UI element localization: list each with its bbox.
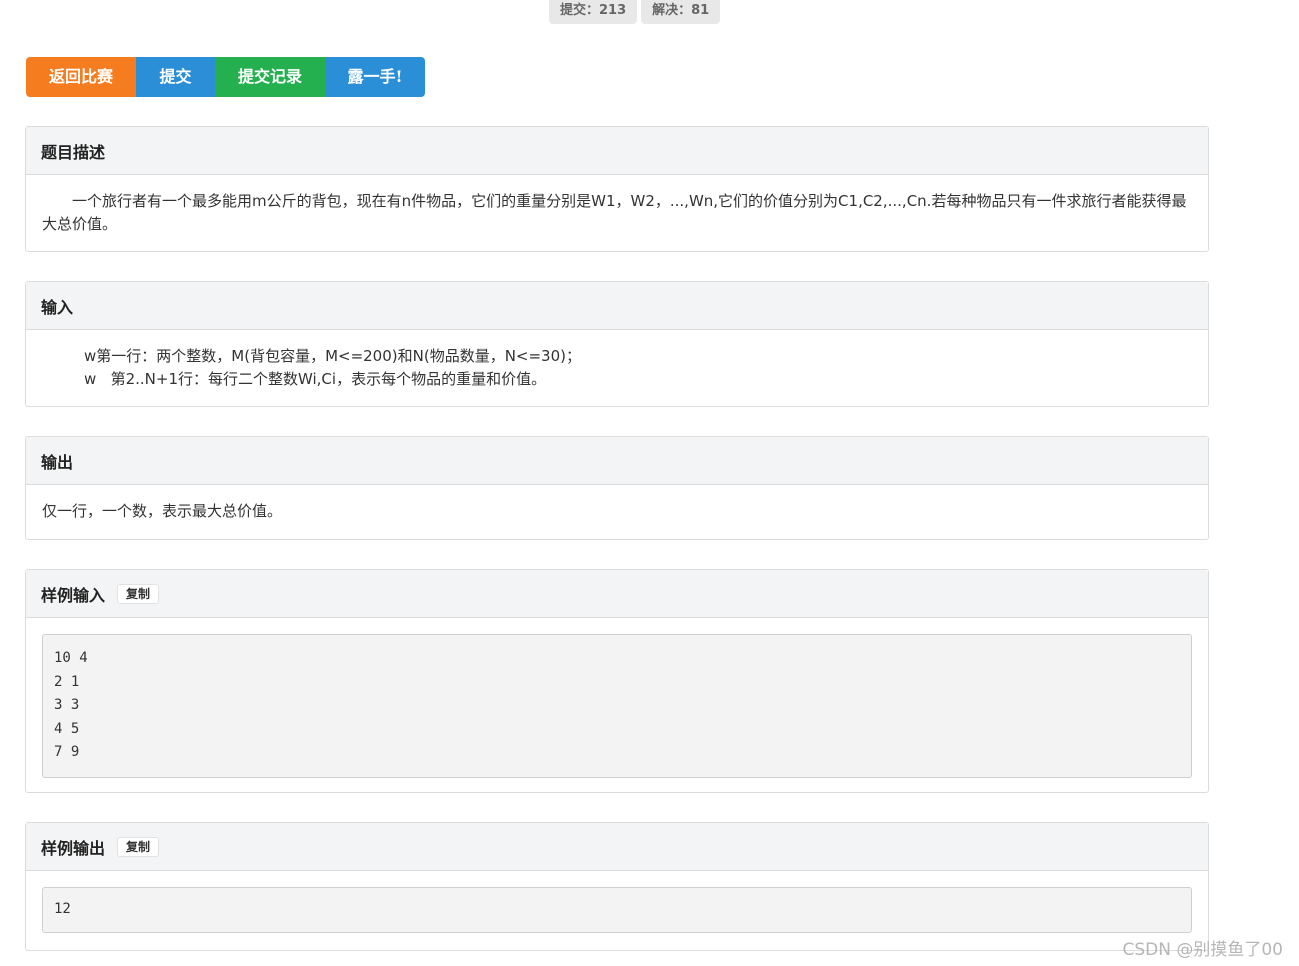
input-title: 输入 [26, 282, 1208, 330]
code-line: 10 4 [54, 650, 88, 666]
submit-count-badge: 提交：213 [549, 0, 638, 24]
input-panel: 输入 w第一行：两个整数，M(背包容量，M<=200)和N(物品数量，N<=30… [25, 281, 1209, 407]
csdn-watermark: CSDN @别摸鱼了00 [1122, 940, 1283, 960]
submit-button[interactable]: 提交 [136, 57, 215, 97]
code-line: 7 9 [54, 744, 80, 760]
output-panel: 输出 仅一行，一个数，表示最大总价值。 [25, 436, 1209, 540]
code-line: 4 5 [54, 720, 80, 737]
sample-output-body: 12 [26, 871, 1208, 949]
code-line: 3 3 [54, 697, 80, 713]
sample-output-title: 样例输出 [41, 838, 106, 858]
output-text: 仅一行，一个数，表示最大总价值。 [42, 502, 283, 520]
sample-input-panel: 样例输入 复制 10 4 2 1 3 3 4 5 7 9 [25, 569, 1209, 793]
sample-input-body: 10 4 2 1 3 3 4 5 7 9 [26, 618, 1208, 794]
code-line: 2 1 [54, 673, 80, 690]
sample-input-code: 10 4 2 1 3 3 4 5 7 9 [42, 634, 1192, 778]
sample-output-code: 12 [42, 887, 1192, 933]
output-title: 输出 [26, 437, 1208, 485]
input-body: w第一行：两个整数，M(背包容量，M<=200)和N(物品数量，N<=30)； … [26, 330, 1208, 406]
submission-records-button[interactable]: 提交记录 [215, 57, 325, 97]
description-title: 题目描述 [26, 127, 1208, 175]
copy-sample-input-button[interactable]: 复制 [117, 583, 160, 604]
stats-bar: 提交：213 解决：81 [549, 0, 721, 24]
sample-input-header: 样例输入 复制 [26, 570, 1208, 618]
back-to-contest-button[interactable]: 返回比赛 [26, 57, 136, 97]
show-solution-button[interactable]: 露一手! [325, 57, 425, 97]
sample-output-panel: 样例输出 复制 12 [25, 822, 1209, 951]
sample-input-title: 样例输入 [41, 585, 106, 605]
solved-count-badge: 解决：81 [641, 0, 721, 24]
sample-output-header: 样例输出 复制 [26, 823, 1208, 871]
input-line-1: w第一行：两个整数，M(背包容量，M<=200)和N(物品数量，N<=30)； [84, 347, 581, 365]
description-text: 一个旅行者有一个最多能用m公斤的背包，现在有n件物品，它们的重量分别是W1，W2… [42, 192, 1187, 233]
input-line-2: w 第2..N+1行：每行二个整数Wi,Ci，表示每个物品的重量和价值。 [84, 370, 547, 388]
code-line: 12 [54, 901, 71, 917]
description-panel: 题目描述 一个旅行者有一个最多能用m公斤的背包，现在有n件物品，它们的重量分别是… [25, 126, 1209, 252]
copy-sample-output-button[interactable]: 复制 [117, 836, 160, 857]
action-button-group: 返回比赛 提交 提交记录 露一手! [26, 57, 425, 97]
